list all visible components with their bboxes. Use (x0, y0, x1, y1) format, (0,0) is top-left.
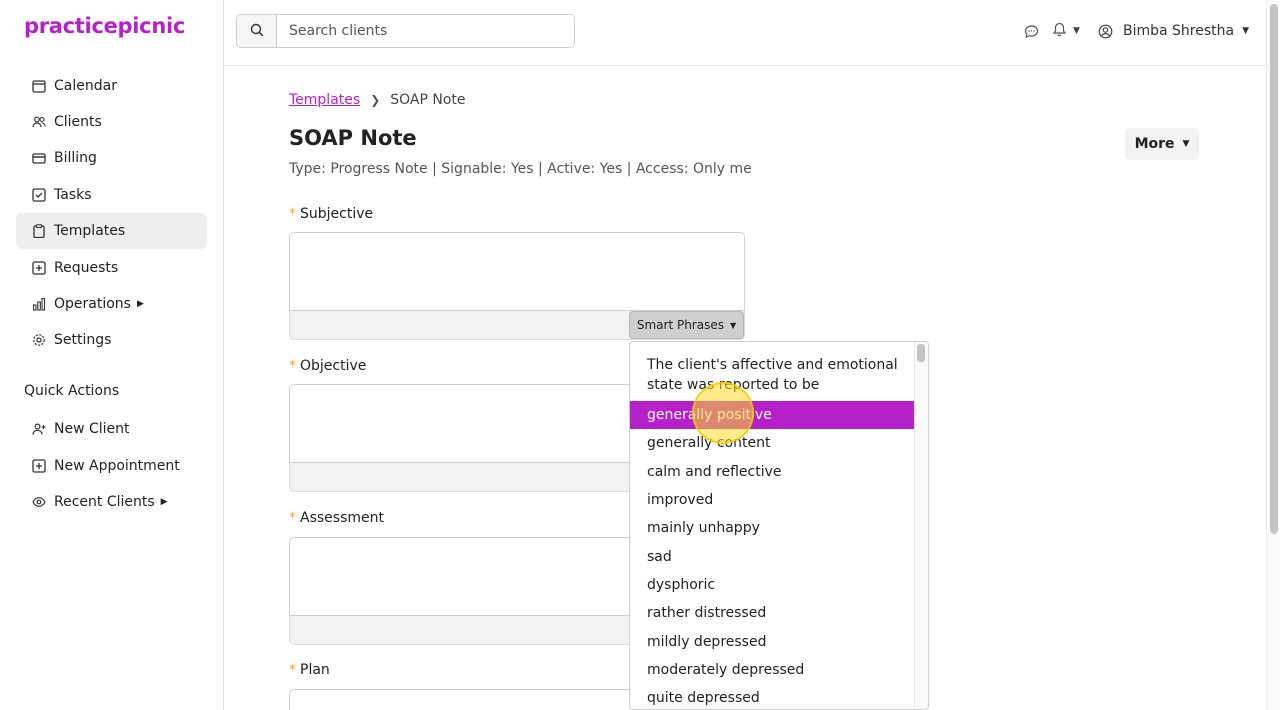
smart-phrases-label: Smart Phrases (636, 318, 724, 332)
more-button-label: More (1134, 136, 1175, 152)
smart-phrase-option[interactable]: mildly depressed (630, 627, 914, 655)
sidebar-item-label: Calendar (54, 78, 117, 94)
chevron-down-icon: ▼ (1242, 26, 1250, 36)
chevron-right-icon: ❯ (370, 93, 381, 107)
subjective-textarea[interactable] (289, 232, 745, 311)
eye-icon (32, 495, 46, 509)
bell-icon (1052, 22, 1067, 41)
brand-logo[interactable]: practicepicnic (24, 14, 185, 38)
sidebar-item-clients[interactable]: Clients (16, 104, 207, 140)
plan-label: * Plan (289, 662, 330, 678)
calendar-plus-icon (32, 459, 46, 473)
smart-phrase-option[interactable]: generally content (630, 429, 914, 457)
sidebar-item-tasks[interactable]: Tasks (16, 177, 207, 213)
quick-action-new-appointment[interactable]: New Appointment (16, 448, 207, 484)
users-icon (32, 115, 46, 129)
smart-phrase-option[interactable]: moderately depressed (630, 656, 914, 684)
objective-label: * Objective (289, 358, 367, 374)
user-plus-icon (32, 422, 46, 436)
search-button[interactable] (237, 15, 277, 47)
smart-phrases-dropdown: The client's affective and emotional sta… (629, 341, 929, 710)
chevron-down-icon: ▼ (1073, 26, 1080, 36)
chevron-down-icon: ▼ (729, 320, 737, 330)
sidebar-item-label: Templates (54, 223, 126, 239)
quick-actions-title: Quick Actions (24, 383, 120, 399)
smart-phrase-option[interactable]: sad (630, 542, 914, 570)
search-bar (236, 14, 575, 48)
quick-action-label: Recent Clients (54, 494, 155, 510)
chevron-down-icon: ▼ (1182, 139, 1190, 149)
sidebar-item-label: Tasks (54, 187, 92, 203)
smart-phrase-option[interactable]: generally positive (630, 401, 914, 430)
gear-icon (32, 333, 46, 347)
breadcrumb: Templates ❯ SOAP Note (289, 92, 466, 108)
sidebar-item-settings[interactable]: Settings (16, 322, 207, 358)
page-scroll-thumb[interactable] (1270, 4, 1278, 534)
page-title: SOAP Note (289, 126, 417, 150)
credit-card-icon (32, 151, 46, 165)
sidebar-item-label: Settings (54, 332, 112, 348)
search-input[interactable] (277, 15, 574, 47)
sidebar-item-label: Requests (54, 260, 119, 276)
subjective-label: * Subjective (289, 206, 374, 222)
top-header: ▼ Bimba Shrestha ▼ (224, 0, 1266, 66)
assessment-label: * Assessment (289, 510, 384, 526)
quick-action-label: New Client (54, 421, 130, 437)
user-menu[interactable]: Bimba Shrestha ▼ (1098, 22, 1249, 40)
search-icon (250, 22, 264, 41)
smart-phrase-option[interactable]: improved (630, 486, 914, 514)
required-asterisk: * (289, 358, 296, 374)
more-button[interactable]: More ▼ (1125, 128, 1199, 160)
smart-phrase-option[interactable]: calm and reflective (630, 458, 914, 486)
sidebar-item-billing[interactable]: Billing (16, 140, 207, 176)
smart-phrase-option[interactable]: mainly unhappy (630, 514, 914, 542)
page-scrollbar[interactable] (1266, 0, 1280, 710)
quick-action-new-client[interactable]: New Client (16, 411, 207, 447)
checkbox-icon (32, 188, 46, 202)
smart-phrase-option[interactable]: dysphoric (630, 571, 914, 599)
sidebar-item-templates[interactable]: Templates (16, 213, 207, 249)
required-asterisk: * (289, 510, 296, 526)
sidebar: practicepicnic Calendar Clients Billing … (0, 0, 224, 710)
bar-chart-icon (32, 297, 46, 311)
smart-phrases-list: The client's affective and emotional sta… (630, 342, 914, 709)
required-asterisk: * (289, 206, 296, 222)
caret-right-icon: ▶ (160, 497, 168, 507)
smart-phrases-header: The client's affective and emotional sta… (647, 357, 898, 393)
sidebar-item-operations[interactable]: Operations ▶ (16, 286, 207, 322)
breadcrumb-templates-link[interactable]: Templates (289, 92, 360, 108)
smart-phrases-button[interactable]: Smart Phrases ▼ (629, 311, 744, 339)
sidebar-item-label: Operations (54, 296, 131, 312)
dropdown-scrollbar[interactable] (914, 342, 928, 709)
sidebar-item-label: Billing (54, 150, 97, 166)
sidebar-item-calendar[interactable]: Calendar (16, 68, 207, 104)
quick-action-recent-clients[interactable]: Recent Clients ▶ (16, 484, 207, 520)
chat-icon[interactable] (1022, 22, 1040, 40)
user-name: Bimba Shrestha (1123, 23, 1235, 39)
user-circle-icon (1098, 24, 1113, 39)
smart-phrase-option[interactable]: quite depressed (630, 684, 914, 709)
smart-phrase-option[interactable]: rather distressed (630, 599, 914, 627)
caret-right-icon: ▶ (136, 299, 144, 309)
clipboard-icon (32, 224, 46, 238)
quick-action-label: New Appointment (54, 458, 180, 474)
calendar-icon (32, 79, 46, 93)
required-asterisk: * (289, 662, 296, 678)
template-meta: Type: Progress Note | Signable: Yes | Ac… (289, 161, 752, 177)
sidebar-item-requests[interactable]: Requests (16, 250, 207, 286)
plus-square-icon (32, 261, 46, 275)
breadcrumb-current: SOAP Note (390, 92, 466, 108)
dropdown-scroll-thumb[interactable] (917, 344, 925, 362)
notifications-button[interactable]: ▼ (1052, 22, 1086, 40)
sidebar-item-label: Clients (54, 114, 102, 130)
